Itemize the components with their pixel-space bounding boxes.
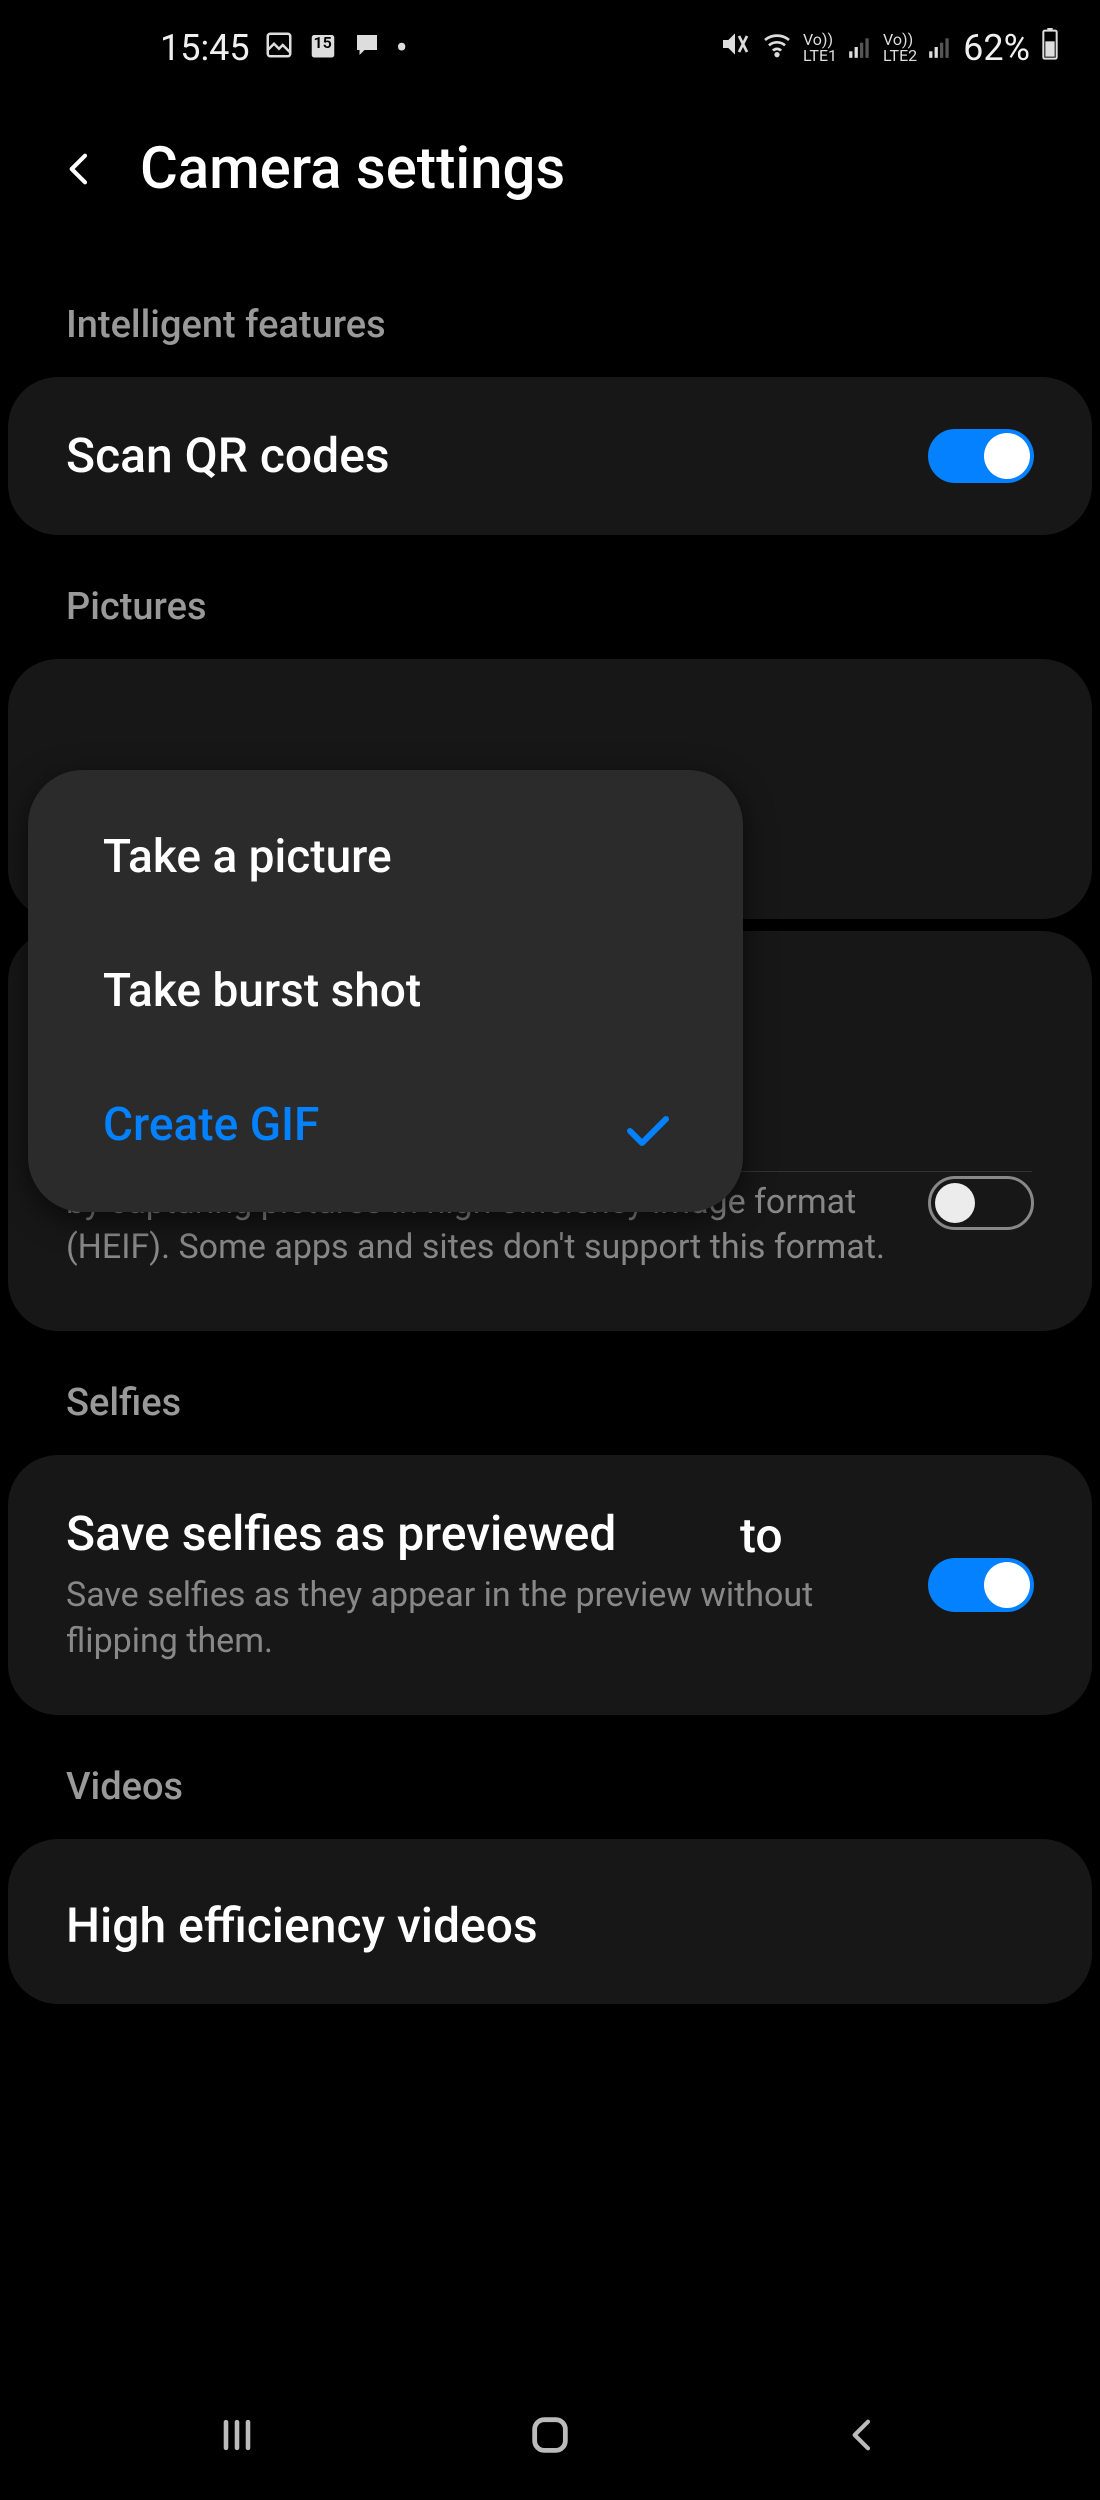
nav-home[interactable] <box>520 2405 580 2465</box>
card-selfies: Save selfies as previewed Save selfies a… <box>8 1455 1092 1714</box>
popup-item-create-gif[interactable]: Create GIF <box>28 1058 743 1192</box>
page-title: Camera settings <box>140 135 565 203</box>
popup-item-label: Take a picture <box>103 830 392 884</box>
status-time: 15:45 <box>160 27 250 69</box>
status-left: 15:45 15 • <box>160 27 408 69</box>
battery-percent: 62% <box>963 27 1030 69</box>
section-videos-label: Videos <box>0 1715 1100 1839</box>
save-selfies-desc: Save selfies as they appear in the previ… <box>66 1573 908 1665</box>
popup-item-label: Create GIF <box>103 1098 319 1152</box>
popup-item-take-picture[interactable]: Take a picture <box>28 790 743 924</box>
nav-recent[interactable] <box>207 2405 267 2465</box>
calendar-icon: 15 <box>308 27 338 69</box>
section-intelligent-label: Intelligent features <box>0 253 1100 377</box>
dot-icon: • <box>396 27 408 69</box>
signal1-icon <box>847 27 873 69</box>
heif-toggle[interactable] <box>928 1176 1034 1230</box>
wifi-icon <box>761 27 793 69</box>
status-right: Vo))LTE1 Vo))LTE2 62% <box>719 27 1060 69</box>
lte1-icon: Vo))LTE1 <box>803 32 837 64</box>
mute-vibrate-icon <box>719 27 751 69</box>
popup-item-burst-shot[interactable]: Take burst shot <box>28 924 743 1058</box>
nav-back[interactable] <box>833 2405 893 2465</box>
signal2-icon <box>927 27 953 69</box>
setting-save-selfies[interactable]: Save selfies as previewed Save selfies a… <box>8 1455 1092 1714</box>
popup-menu: Take a picture Take burst shot Create GI… <box>28 770 743 1212</box>
scan-qr-title: Scan QR codes <box>66 427 908 485</box>
back-icon[interactable] <box>60 149 100 189</box>
popup-item-label: Take burst shot <box>103 964 421 1018</box>
section-pictures-label: Pictures <box>0 535 1100 659</box>
nav-bar <box>0 2370 1100 2500</box>
message-icon <box>352 27 382 69</box>
section-selfies-label: Selfies <box>0 1331 1100 1455</box>
picture-icon <box>264 27 294 69</box>
save-selfies-toggle[interactable] <box>928 1558 1034 1612</box>
lte2-icon: Vo))LTE2 <box>883 32 917 64</box>
card-intelligent: Scan QR codes <box>8 377 1092 535</box>
setting-scan-qr[interactable]: Scan QR codes <box>8 377 1092 535</box>
header: Camera settings <box>0 95 1100 253</box>
card-videos: High efficiency videos <box>8 1839 1092 2004</box>
calendar-date: 15 <box>308 33 338 52</box>
heif-videos-title[interactable]: High efficiency videos <box>8 1839 1092 1974</box>
check-icon <box>623 1107 673 1143</box>
battery-icon <box>1040 27 1060 69</box>
hidden-setting-peek: to <box>740 1507 783 1564</box>
status-bar: 15:45 15 • Vo))LTE1 Vo))LTE2 62% <box>0 0 1100 95</box>
scan-qr-toggle[interactable] <box>928 429 1034 483</box>
